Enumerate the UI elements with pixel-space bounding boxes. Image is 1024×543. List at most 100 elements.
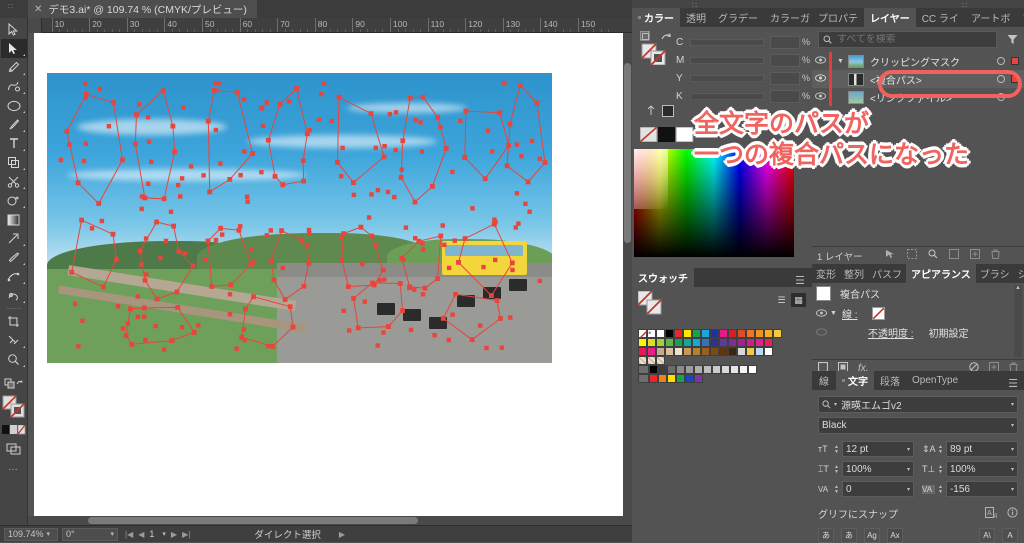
anchor-point[interactable] [134,112,139,118]
swatch-folder[interactable] [638,365,649,374]
screen-mode-icon[interactable] [1,439,27,458]
swatch-color[interactable] [683,347,692,356]
anchor-point[interactable] [144,272,149,277]
anchor-point[interactable] [481,264,486,270]
anchor-point[interactable] [306,260,312,266]
filter-icon[interactable] [1007,34,1018,45]
chevron-down-icon[interactable]: ▾ [110,530,114,538]
target-indicator-icon[interactable] [997,75,1005,83]
none-white-black-strip[interactable] [639,126,694,145]
anchor-point[interactable] [266,137,271,143]
tab-gradient[interactable]: グラデー [712,8,764,27]
anchor-point[interactable] [497,110,503,116]
anchor-point[interactable] [462,236,468,241]
anchor-point[interactable] [228,282,234,288]
layer-row-compound-path[interactable]: <複合パス> [812,70,1024,88]
swatch-color[interactable] [647,347,656,356]
anchor-point[interactable] [430,183,435,189]
anchor-point[interactable] [462,155,468,160]
anchor-point[interactable] [294,86,299,91]
anchor-point[interactable] [96,201,102,206]
anchor-point[interactable] [89,226,95,231]
scissors-tool[interactable] [1,172,27,191]
anchor-point[interactable] [360,261,365,267]
anchor-point[interactable] [188,164,194,169]
anchor-point[interactable] [299,238,305,243]
anchor-point[interactable] [534,100,540,106]
channel-value-field[interactable] [770,71,800,85]
anchor-point[interactable] [207,189,213,195]
swatch-color[interactable] [685,365,694,374]
anchor-point[interactable] [422,285,428,291]
chevron-down-icon[interactable]: ▼ [830,310,842,317]
anchor-point[interactable] [453,291,458,297]
anchor-point[interactable] [382,144,387,149]
anchor-point[interactable] [259,170,264,175]
tab-opentype[interactable]: OpenType [906,371,964,390]
target-indicator-icon[interactable] [997,93,1005,101]
zoom-level-field[interactable]: 109.74% ▾ [4,527,58,541]
appearance-object-row[interactable]: 複合パス [812,283,1024,304]
anchor-point[interactable] [301,178,306,184]
leading-control[interactable]: ⇕A ▲ ▼ 89 pt ▾ [922,441,1018,457]
swatch-color[interactable] [710,338,719,347]
status-menu-icon[interactable]: ▶ [339,530,345,539]
panel-menu-icon[interactable]: ☰ [1002,377,1024,390]
kerning-control[interactable]: VA ▲ ▼ 0 ▾ [818,481,914,497]
canvas-area[interactable]: 10 20 30 40 50 60 70 80 90 100 110 120 130 140 150 [28,18,632,525]
swatch-color[interactable] [683,338,692,347]
anchor-point[interactable] [120,326,126,331]
anchor-point[interactable] [446,265,452,271]
anchor-point[interactable] [387,111,392,117]
anchor-point[interactable] [191,330,197,335]
swatch-color[interactable] [665,338,674,347]
eyedropper-tool[interactable] [1,248,27,267]
swatch-color[interactable] [764,347,773,356]
anchor-point[interactable] [392,194,397,200]
fill-stroke-indicator[interactable] [1,394,27,420]
anchor-point[interactable] [450,169,455,175]
anchor-point[interactable] [319,91,324,97]
anchor-point[interactable] [537,278,542,284]
anchor-point[interactable] [172,149,177,155]
anchor-point[interactable] [419,149,425,154]
anchor-point[interactable] [420,94,426,100]
snap-box-icon[interactable]: あ [818,528,834,543]
channel-slider[interactable] [690,74,764,82]
anchor-point[interactable] [450,312,455,317]
anchor-point[interactable] [265,343,271,349]
anchor-point[interactable] [202,257,208,262]
anchor-point[interactable] [162,347,167,352]
rotation-field[interactable]: 0° ▾ [62,527,118,541]
appearance-stroke-label[interactable]: 線 : [842,306,858,321]
anchor-point[interactable] [346,284,351,289]
layer-name[interactable]: クリッピングマスク [870,54,960,69]
anchor-point[interactable] [190,263,196,269]
appearance-row-opacity[interactable]: 不透明度 : 初期設定 [812,323,1024,342]
eye-icon[interactable] [812,327,830,338]
anchor-point[interactable] [201,173,206,178]
chevron-down-icon[interactable]: ▾ [162,530,166,538]
swatch-color[interactable] [658,374,667,383]
swatch-color[interactable] [719,329,728,338]
anchor-point[interactable] [381,330,386,335]
anchor-point[interactable] [142,314,147,319]
swatch-color[interactable] [712,365,721,374]
tab-assets[interactable]: アセット [1016,8,1024,27]
anchor-point[interactable] [516,221,521,226]
anchor-point[interactable] [139,194,145,199]
anchor-point[interactable] [111,100,116,105]
swatch-color[interactable] [755,338,764,347]
anchor-point[interactable] [301,283,307,289]
anchor-point[interactable] [412,199,418,205]
anchor-point[interactable] [358,224,364,230]
anchor-point[interactable] [373,242,379,248]
anchor-point[interactable] [307,128,312,133]
anchor-point[interactable] [227,312,233,317]
anchor-point[interactable] [132,141,138,147]
scroll-up-icon[interactable]: ▲ [1014,285,1022,291]
color-channel-y[interactable]: Y % [632,69,812,87]
swatch-color[interactable] [739,365,748,374]
horizontal-scale-control[interactable]: T⊥ ▲ ▼ 100% ▾ [922,461,1018,477]
anchor-point[interactable] [398,175,404,180]
